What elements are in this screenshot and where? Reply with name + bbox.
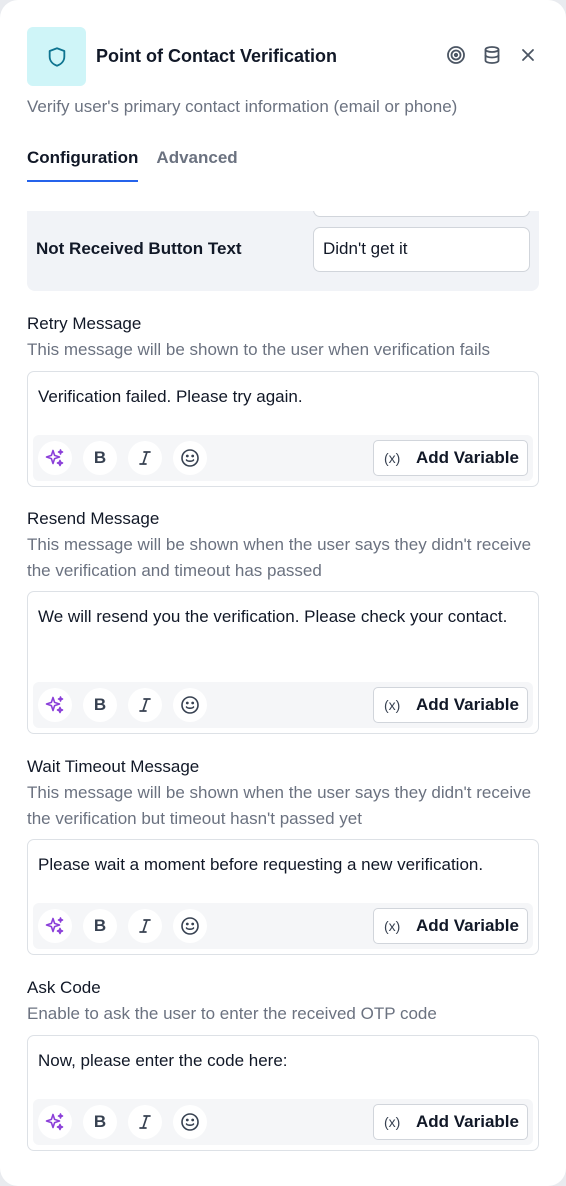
ai-sparkle-button[interactable] (38, 1105, 72, 1139)
editor-toolbar: B (x) Add Variable (33, 1099, 533, 1145)
bold-button[interactable]: B (83, 909, 117, 943)
shield-icon (48, 46, 65, 67)
node-config-panel: Point of Contact Verification Verify use… (0, 0, 566, 1186)
sparkle-icon (45, 449, 64, 467)
panel-header: Point of Contact Verification (27, 27, 539, 86)
italic-button[interactable] (128, 688, 162, 722)
close-icon[interactable] (517, 44, 539, 66)
ask-code-editor[interactable]: Now, please enter the code here: B (x) A… (27, 1035, 539, 1151)
italic-button[interactable] (128, 909, 162, 943)
ai-sparkle-button[interactable] (38, 441, 72, 475)
italic-icon (139, 698, 151, 712)
add-variable-label: Add Variable (416, 695, 519, 714)
resend-message-editor[interactable]: We will resend you the verification. Ple… (27, 591, 539, 734)
add-variable-button[interactable]: (x) Add Variable (373, 687, 528, 723)
retry-message-section: Retry Message This message will be shown… (27, 312, 539, 487)
editor-toolbar: B (x) Add Variable (33, 435, 533, 481)
variable-icon: (x) (384, 1114, 401, 1130)
target-icon[interactable] (445, 44, 467, 66)
not-received-label: Not Received Button Text (36, 239, 242, 258)
retry-message-editor[interactable]: Verification failed. Please try again. B… (27, 371, 539, 487)
variable-icon: (x) (384, 918, 401, 934)
emoji-button[interactable] (173, 441, 207, 475)
ai-sparkle-button[interactable] (38, 909, 72, 943)
tab-advanced[interactable]: Advanced (156, 148, 237, 182)
section-description: This message will be shown to the user w… (27, 340, 490, 359)
section-description: Enable to ask the user to enter the rece… (27, 1004, 437, 1023)
add-variable-button[interactable]: (x) Add Variable (373, 440, 528, 476)
panel-title: Point of Contact Verification (96, 46, 338, 66)
tab-configuration[interactable]: Configuration (27, 148, 139, 182)
header-actions (445, 44, 539, 66)
italic-icon (139, 451, 151, 465)
editor-toolbar: B (x) Add Variable (33, 682, 533, 728)
emoji-button[interactable] (173, 1105, 207, 1139)
editor-text[interactable]: We will resend you the verification. Ple… (38, 604, 526, 630)
ask-code-section: Ask Code Enable to ask the user to enter… (27, 976, 539, 1151)
add-variable-button[interactable]: (x) Add Variable (373, 1104, 528, 1140)
section-title: Resend Message (27, 509, 160, 528)
section-title: Retry Message (27, 314, 142, 333)
italic-button[interactable] (128, 441, 162, 475)
italic-icon (139, 1115, 151, 1129)
node-type-badge (27, 27, 86, 86)
wait-timeout-section: Wait Timeout Message This message will b… (27, 755, 539, 955)
config-scroll-area[interactable]: Not Received Button Text Didn't get it R… (0, 211, 566, 1186)
panel-subtitle: Verify user's primary contact informatio… (27, 97, 458, 116)
editor-toolbar: B (x) Add Variable (33, 903, 533, 949)
emoji-icon (181, 917, 199, 935)
not-received-input[interactable]: Didn't get it (313, 227, 530, 272)
section-title: Ask Code (27, 978, 101, 997)
add-variable-label: Add Variable (416, 448, 519, 467)
variable-icon: (x) (384, 450, 401, 466)
italic-icon (139, 919, 151, 933)
sparkle-icon (45, 1113, 64, 1131)
bold-icon: B (93, 448, 107, 467)
add-variable-label: Add Variable (416, 1112, 519, 1131)
section-title: Wait Timeout Message (27, 757, 200, 776)
add-variable-label: Add Variable (416, 916, 519, 935)
add-variable-button[interactable]: (x) Add Variable (373, 908, 528, 944)
bold-button[interactable]: B (83, 1105, 117, 1139)
editor-text[interactable]: Please wait a moment before requesting a… (38, 852, 526, 878)
italic-button[interactable] (128, 1105, 162, 1139)
editor-text[interactable]: Now, please enter the code here: (38, 1048, 526, 1074)
bold-icon: B (93, 1112, 107, 1131)
ai-sparkle-button[interactable] (38, 688, 72, 722)
resend-message-section: Resend Message This message will be show… (27, 507, 539, 734)
database-icon[interactable] (481, 44, 503, 66)
emoji-button[interactable] (173, 909, 207, 943)
tab-bar: Configuration Advanced (27, 148, 238, 182)
variable-icon: (x) (384, 697, 401, 713)
bold-button[interactable]: B (83, 441, 117, 475)
bold-icon: B (93, 695, 107, 714)
sparkle-icon (45, 917, 64, 935)
emoji-icon (181, 696, 199, 714)
bold-button[interactable]: B (83, 688, 117, 722)
bold-icon: B (93, 916, 107, 935)
wait-timeout-editor[interactable]: Please wait a moment before requesting a… (27, 839, 539, 955)
section-description: This message will be shown when the user… (27, 535, 532, 580)
previous-text-input[interactable] (313, 211, 530, 217)
editor-text[interactable]: Verification failed. Please try again. (38, 384, 526, 410)
sparkle-icon (45, 696, 64, 714)
button-text-group: Not Received Button Text Didn't get it (27, 211, 539, 291)
emoji-icon (181, 1113, 199, 1131)
emoji-button[interactable] (173, 688, 207, 722)
section-description: This message will be shown when the user… (27, 783, 532, 828)
emoji-icon (181, 449, 199, 467)
